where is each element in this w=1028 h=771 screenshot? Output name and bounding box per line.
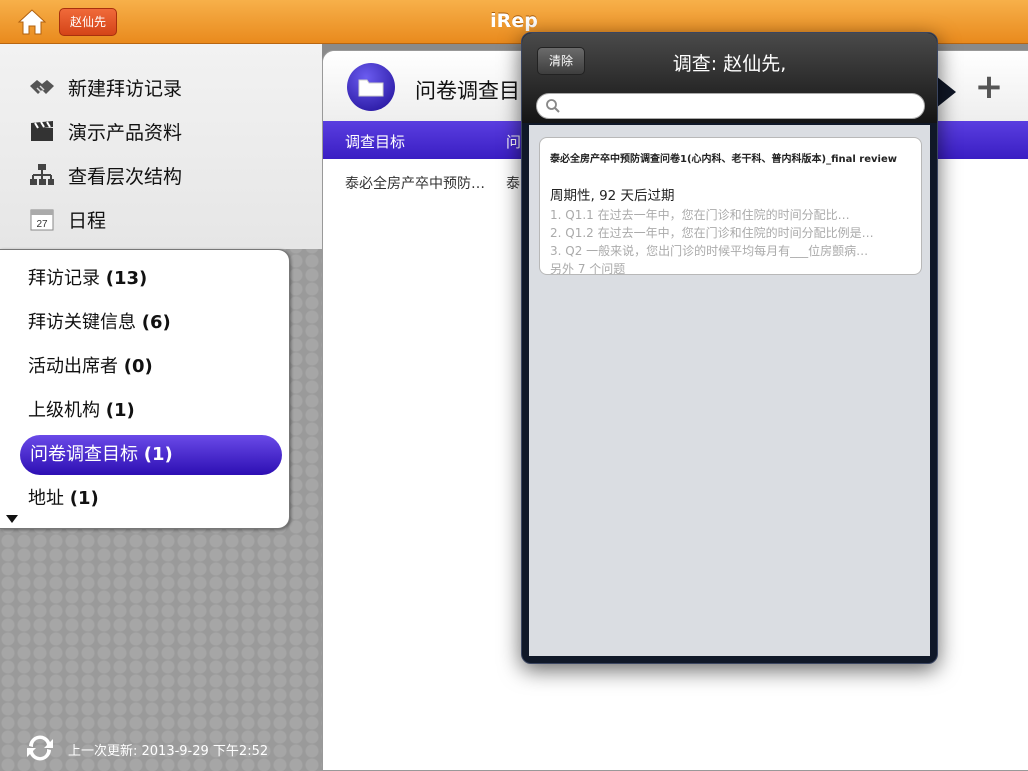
clapperboard-icon	[28, 118, 56, 144]
search-input[interactable]	[565, 94, 915, 118]
related-item-attendees[interactable]: 活动出席者 (0)	[28, 352, 153, 382]
survey-more-questions: 另外 7 个问题	[550, 262, 626, 275]
survey-expiry: 周期性, 92 天后过期	[550, 188, 675, 204]
menu-label: 查看层次结构	[68, 165, 183, 188]
related-count: (1)	[105, 400, 135, 421]
menu-new-visit[interactable]: 新建拜访记录	[28, 72, 182, 102]
related-count: (6)	[141, 312, 171, 333]
menu-calendar[interactable]: 27 日程	[28, 204, 106, 234]
related-count: (13)	[105, 268, 148, 289]
table-cell[interactable]: 泰	[506, 173, 520, 193]
related-count: (0)	[123, 356, 153, 377]
column-header[interactable]: 调查目标	[345, 131, 405, 152]
popover-title: 调查: 赵仙先,	[672, 53, 787, 75]
popover-arrow	[936, 76, 956, 108]
related-item-key-messages[interactable]: 拜访关键信息 (6)	[28, 308, 171, 338]
related-label: 活动出席者	[28, 356, 118, 377]
related-label: 上级机构	[28, 400, 100, 421]
sidebar: 新建拜访记录 演示产品资料 查看层次结构 27 日程 拜访记录 (13) 拜访关…	[0, 44, 322, 771]
column-header[interactable]: 问	[506, 131, 521, 152]
popover-body: 泰必全房产卒中预防调查问卷1(心内科、老干科、普内科版本)_final revi…	[529, 125, 930, 656]
menu-label: 新建拜访记录	[68, 77, 183, 100]
search-box[interactable]	[536, 93, 925, 119]
survey-question: 1. Q1.1 在过去一年中，您在门诊和住院的时间分配比…	[550, 208, 850, 222]
survey-title: 泰必全房产卒中预防调查问卷1(心内科、老干科、普内科版本)_final revi…	[550, 154, 897, 165]
menu-label: 演示产品资料	[68, 121, 183, 144]
related-item-parent-org[interactable]: 上级机构 (1)	[28, 396, 135, 426]
menu-label: 日程	[68, 209, 107, 232]
folder-icon	[347, 63, 395, 111]
related-item-address[interactable]: 地址 (1)	[28, 484, 99, 514]
related-label: 拜访记录	[28, 268, 100, 289]
related-label: 拜访关键信息	[28, 312, 136, 333]
menu-hierarchy[interactable]: 查看层次结构	[28, 160, 182, 190]
related-count: (1)	[69, 488, 99, 509]
menu-present-product[interactable]: 演示产品资料	[28, 116, 182, 146]
search-icon	[546, 99, 560, 113]
survey-card[interactable]: 泰必全房产卒中预防调查问卷1(心内科、老干科、普内科版本)_final revi…	[539, 137, 922, 275]
add-button[interactable]: +	[974, 70, 1004, 104]
related-list-panel: 拜访记录 (13) 拜访关键信息 (6) 活动出席者 (0) 上级机构 (1) …	[0, 249, 290, 529]
handshake-icon	[28, 74, 56, 100]
related-label: 问卷调查目标	[30, 444, 138, 465]
survey-popover: 清除 调查: 赵仙先, 泰必全房产卒中预防调查问卷1(心内科、老干科、普内科版本…	[521, 32, 938, 664]
related-item-survey-targets[interactable]: 问卷调查目标 (1)	[20, 435, 282, 475]
related-item-visits[interactable]: 拜访记录 (13)	[28, 264, 147, 294]
survey-question: 3. Q2 一般来说，您出门诊的时候平均每月有___位房颤病…	[550, 244, 869, 258]
sync-icon[interactable]	[24, 733, 56, 763]
calendar-day: 27	[36, 219, 48, 230]
page-title: 问卷调查目	[415, 79, 520, 103]
table-cell[interactable]: 泰必全房产卒中预防…	[345, 173, 485, 193]
hierarchy-icon	[28, 162, 56, 188]
survey-question: 2. Q1.2 在过去一年中，您在门诊和住院的时间分配比例是…	[550, 226, 874, 240]
last-update-text: 上一次更新: 2013-9-29 下午2:52	[68, 744, 269, 759]
app-title: iRep	[490, 10, 538, 32]
scroll-down-arrow-icon[interactable]	[6, 515, 18, 523]
calendar-icon: 27	[28, 206, 56, 232]
popover-header: 清除 调查: 赵仙先,	[522, 33, 937, 123]
related-label: 地址	[28, 488, 64, 509]
related-count: (1)	[143, 444, 173, 465]
